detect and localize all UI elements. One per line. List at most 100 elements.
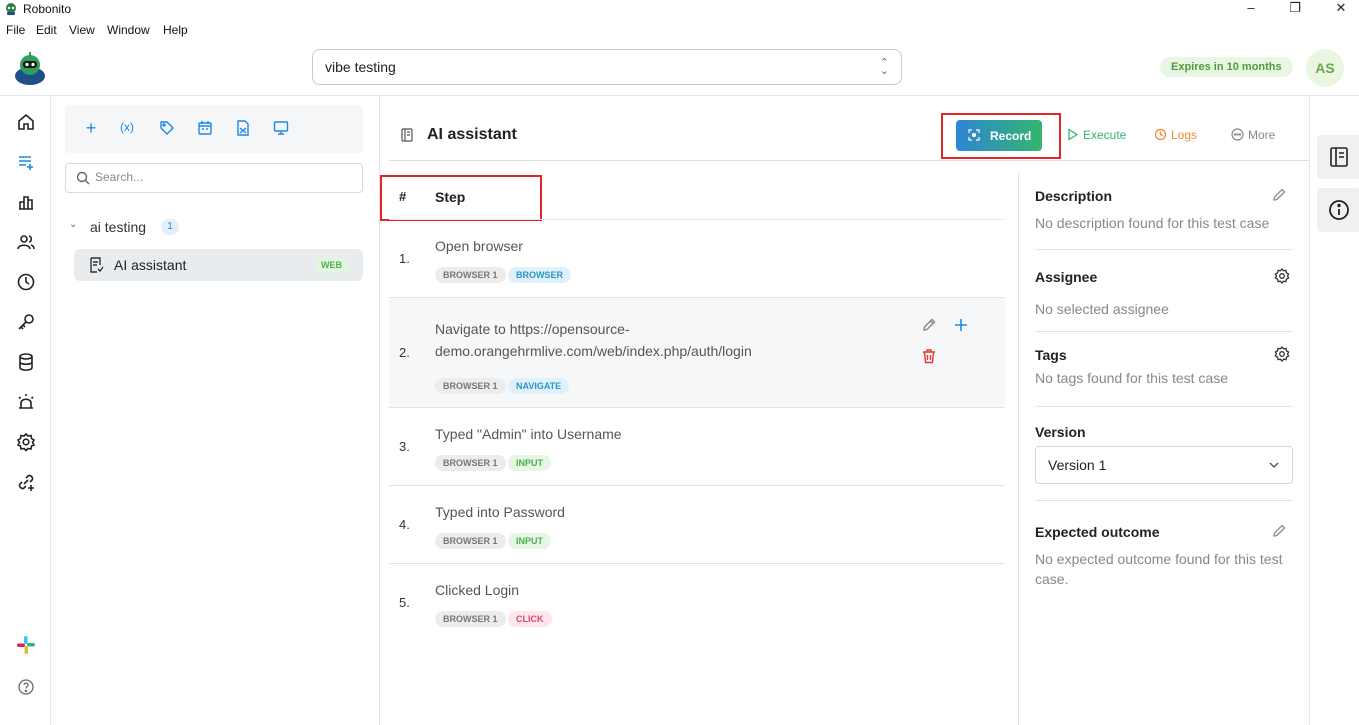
close-button[interactable]: ✕ bbox=[1331, 0, 1351, 16]
tags-text: No tags found for this test case bbox=[1035, 370, 1228, 386]
execute-button[interactable]: Execute bbox=[1066, 128, 1126, 142]
folder-item[interactable]: ⌄ ai testing 1 bbox=[67, 217, 367, 237]
description-title: Description bbox=[1035, 188, 1113, 204]
users-icon[interactable] bbox=[16, 232, 36, 252]
version-title: Version bbox=[1035, 424, 1086, 440]
description-text: No description found for this test case bbox=[1035, 215, 1270, 231]
more-button[interactable]: More bbox=[1231, 128, 1275, 142]
test-case-item[interactable]: AI assistant WEB bbox=[74, 249, 363, 281]
column-header-step: Step bbox=[435, 189, 466, 205]
step-number: 5. bbox=[399, 595, 410, 610]
keys-icon[interactable] bbox=[16, 312, 36, 332]
record-button-label: Record bbox=[990, 129, 1032, 143]
divider bbox=[1035, 331, 1293, 332]
step-number: 1. bbox=[399, 251, 410, 266]
action-type-tag: INPUT bbox=[508, 455, 551, 471]
logs-history-icon bbox=[1154, 128, 1167, 141]
record-icon bbox=[968, 129, 980, 141]
divider bbox=[1035, 249, 1293, 250]
license-expiry-badge: Expires in 10 months bbox=[1160, 57, 1293, 77]
version-select[interactable]: Version 1 bbox=[1035, 446, 1293, 484]
action-type-tag: NAVIGATE bbox=[508, 378, 570, 394]
environment-icon[interactable] bbox=[272, 120, 290, 138]
notes-panel-button[interactable] bbox=[1317, 135, 1359, 179]
app-logo-icon bbox=[6, 3, 16, 15]
expected-outcome-text: No expected outcome found for this test … bbox=[1035, 551, 1283, 587]
sidebar-toolbar: + (x) bbox=[65, 105, 363, 153]
step-row[interactable]: 4. Typed into Password BROWSER 1 INPUT bbox=[389, 486, 1005, 564]
search-input[interactable] bbox=[95, 170, 355, 184]
schedule-icon[interactable] bbox=[196, 120, 214, 138]
menu-edit[interactable]: Edit bbox=[36, 23, 57, 37]
history-icon[interactable] bbox=[16, 272, 36, 292]
database-icon[interactable] bbox=[16, 352, 36, 372]
variables-icon[interactable]: (x) bbox=[116, 120, 138, 138]
updown-chevron-icon: ⌃ ⌄ bbox=[879, 57, 889, 77]
project-select-value: vibe testing bbox=[325, 59, 396, 75]
menu-view[interactable]: View bbox=[69, 23, 95, 37]
step-row[interactable]: 3. Typed "Admin" into Username BROWSER 1… bbox=[389, 408, 1005, 486]
edit-pencil-icon[interactable] bbox=[921, 317, 937, 333]
assignee-gear-icon[interactable] bbox=[1274, 268, 1290, 284]
version-select-value: Version 1 bbox=[1048, 457, 1107, 473]
folder-count-badge: 1 bbox=[161, 219, 179, 235]
tag-icon[interactable] bbox=[158, 120, 176, 138]
import-icon[interactable] bbox=[234, 120, 252, 138]
test-cases-icon[interactable] bbox=[16, 152, 36, 172]
browser-tag: BROWSER 1 bbox=[435, 267, 506, 283]
search-icon bbox=[76, 171, 90, 185]
home-icon[interactable] bbox=[16, 112, 36, 132]
delete-trash-icon[interactable] bbox=[921, 348, 937, 364]
divider bbox=[1035, 500, 1293, 501]
notebook-icon bbox=[401, 128, 413, 142]
notebook-icon bbox=[1330, 147, 1348, 167]
action-type-tag: INPUT bbox=[508, 533, 551, 549]
user-avatar[interactable]: AS bbox=[1306, 49, 1344, 87]
browser-tag: BROWSER 1 bbox=[435, 533, 506, 549]
slack-icon[interactable] bbox=[16, 635, 36, 655]
chevron-down-icon[interactable]: ⌄ bbox=[69, 219, 77, 230]
step-text: Open browser bbox=[435, 238, 523, 254]
edit-description-icon[interactable] bbox=[1271, 187, 1287, 203]
assignee-title: Assignee bbox=[1035, 269, 1098, 285]
help-icon[interactable] bbox=[16, 677, 36, 697]
test-case-icon bbox=[90, 257, 104, 273]
platform-badge: WEB bbox=[315, 258, 348, 273]
alerts-icon[interactable] bbox=[16, 392, 36, 412]
step-row[interactable]: 5. Clicked Login BROWSER 1 CLICK bbox=[389, 564, 1005, 642]
step-text: Typed "Admin" into Username bbox=[435, 426, 622, 442]
column-header-number: # bbox=[399, 189, 407, 204]
record-button[interactable]: Record bbox=[956, 120, 1042, 151]
browser-tag: BROWSER 1 bbox=[435, 378, 506, 394]
restore-button[interactable]: ❐ bbox=[1285, 0, 1305, 16]
menu-window[interactable]: Window bbox=[107, 23, 150, 37]
minimize-button[interactable]: – bbox=[1241, 0, 1261, 15]
menu-help[interactable]: Help bbox=[163, 23, 188, 37]
step-number: 4. bbox=[399, 517, 410, 532]
robonito-logo-icon[interactable] bbox=[12, 50, 48, 86]
test-case-name: AI assistant bbox=[114, 257, 187, 273]
step-row[interactable]: 2. Navigate to https://opensource-demo.o… bbox=[389, 298, 1005, 408]
info-icon bbox=[1329, 200, 1349, 220]
settings-icon[interactable] bbox=[16, 432, 36, 452]
logs-button[interactable]: Logs bbox=[1154, 128, 1197, 142]
tags-gear-icon[interactable] bbox=[1274, 346, 1290, 362]
folder-name: ai testing bbox=[90, 219, 147, 235]
edit-expected-outcome-icon[interactable] bbox=[1271, 523, 1287, 539]
integrations-icon[interactable] bbox=[16, 472, 36, 492]
tags-title: Tags bbox=[1035, 347, 1067, 363]
add-step-icon[interactable] bbox=[953, 317, 969, 333]
info-panel-button[interactable] bbox=[1317, 188, 1359, 232]
play-icon bbox=[1068, 128, 1079, 141]
left-navigation bbox=[0, 97, 51, 725]
window-title: Robonito bbox=[23, 2, 72, 16]
add-icon[interactable]: + bbox=[82, 118, 100, 138]
browser-tag: BROWSER 1 bbox=[435, 455, 506, 471]
step-row[interactable]: 1. Open browser BROWSER 1 BROWSER bbox=[389, 220, 1005, 298]
menu-file[interactable]: File bbox=[6, 23, 25, 37]
project-select[interactable]: vibe testing ⌃ ⌄ bbox=[312, 49, 902, 85]
step-text: Navigate to https://opensource-demo.oran… bbox=[435, 321, 752, 359]
editor-header: AI assistant Record Execute Logs More bbox=[389, 109, 1309, 161]
more-icon bbox=[1231, 128, 1244, 141]
reports-icon[interactable] bbox=[16, 192, 36, 212]
